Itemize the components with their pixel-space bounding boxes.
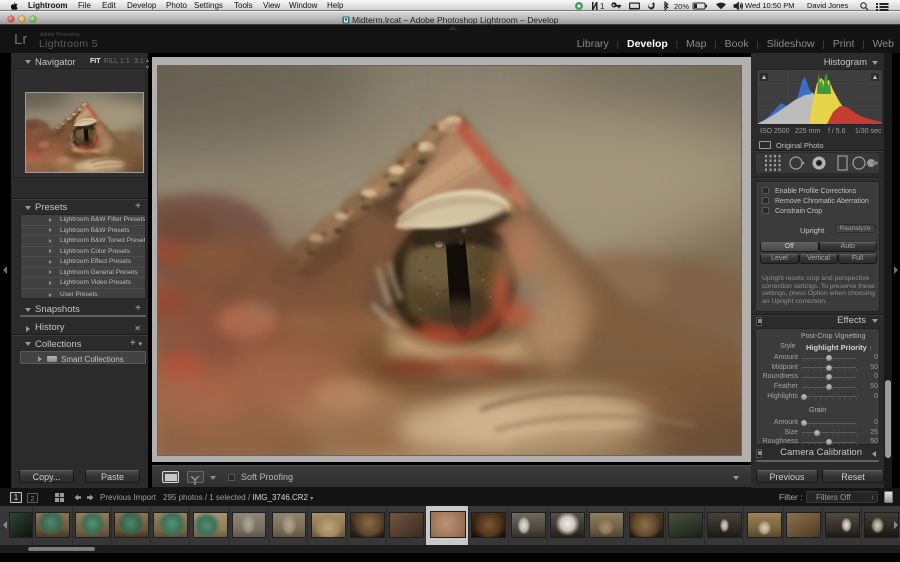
svg-text:1: 1 xyxy=(600,2,605,11)
svg-text:20%: 20% xyxy=(674,2,689,11)
